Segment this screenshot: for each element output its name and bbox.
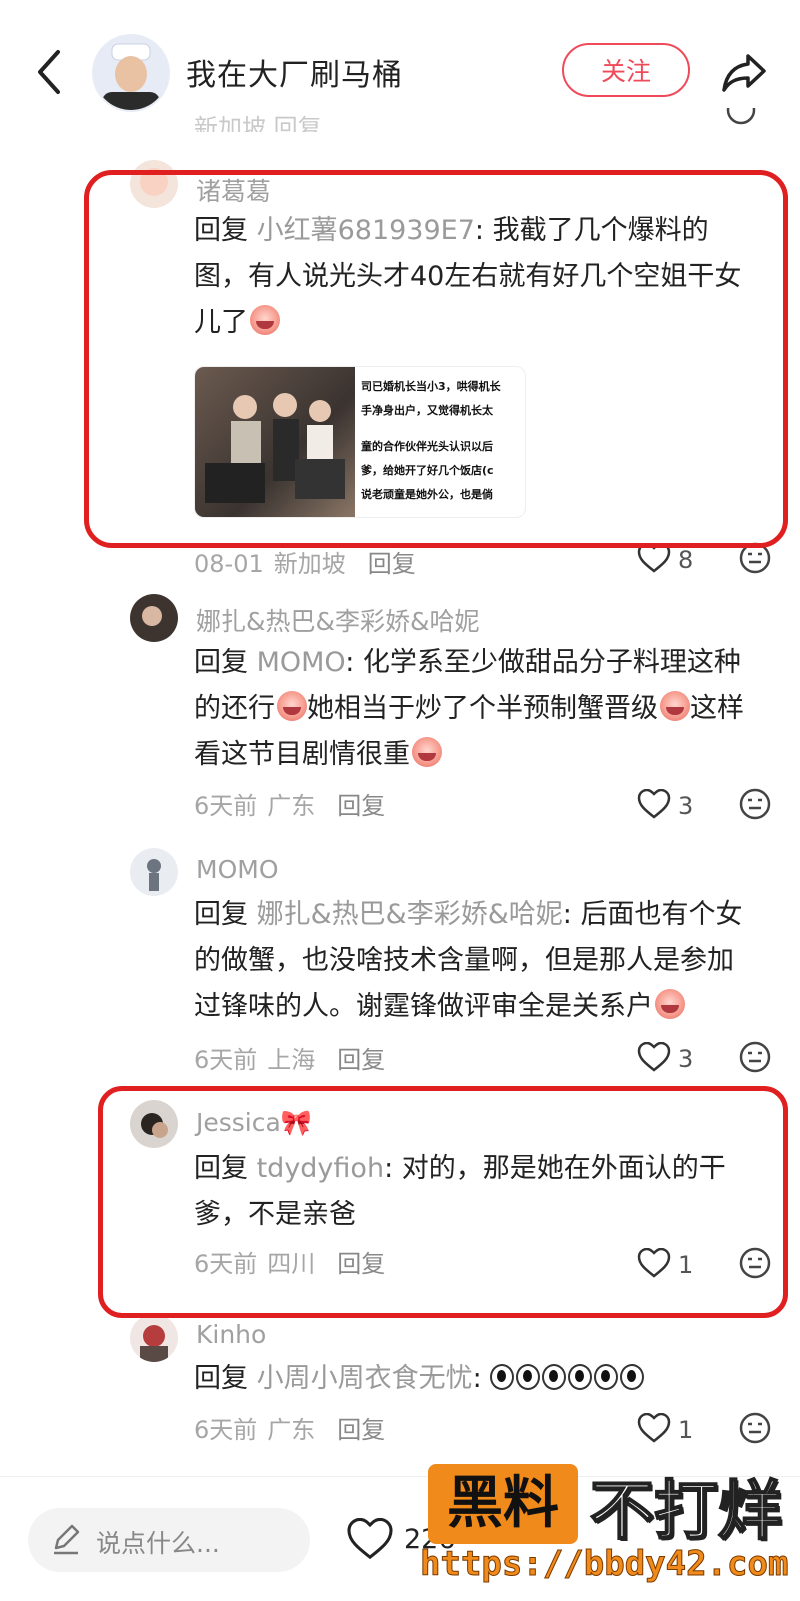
comment-date: 6天前 (194, 792, 258, 820)
like-count: 8 (678, 546, 694, 574)
comment-date: 6天前 (194, 1416, 258, 1444)
comment-avatar[interactable] (130, 848, 178, 896)
reply-button[interactable]: 回复 (337, 1046, 385, 1074)
reply-to-user[interactable]: MOMO (257, 647, 346, 678)
comment-content: 她相当于炒了个半预制蟹晋级 (307, 693, 658, 724)
reply-prefix: 回复 (194, 1363, 257, 1394)
like-count: 1 (678, 1416, 694, 1444)
back-arrow-icon[interactable] (28, 44, 72, 100)
comment-text: 回复 MOMO: 化学系至少做甜品分子料理这种的还行 她相当于炒了个半预制蟹晋级这… (194, 640, 754, 778)
watermark-text: 不打烊 (589, 1474, 783, 1550)
comment-location: 上海 (267, 1046, 316, 1074)
author-avatar[interactable] (92, 34, 170, 112)
comment-username[interactable]: MOMO (196, 855, 279, 884)
like-count: 3 (678, 1045, 694, 1073)
comment-date: 6天前 (194, 1046, 258, 1074)
crying-emoji-icon (277, 691, 307, 721)
reply-to-user[interactable]: 娜扎&热巴&李彩娇&哈妮 (257, 899, 563, 930)
reply-to-user[interactable]: 小周小周衣食无忧 (257, 1363, 473, 1394)
comment-meta: 6天前 广东 回复 (194, 1410, 395, 1445)
like-button[interactable] (637, 788, 671, 823)
heart-icon (637, 1041, 671, 1072)
comment-avatar[interactable] (130, 1314, 178, 1362)
like-total-button[interactable] (346, 1517, 394, 1564)
reply-prefix: 回复 (194, 899, 257, 930)
like-button[interactable] (637, 1412, 671, 1447)
emoji-reply-icon[interactable] (738, 1040, 772, 1078)
reply-button[interactable]: 回复 (337, 1416, 385, 1444)
reply-prefix: 回复 (194, 647, 257, 678)
highlight-annotation (84, 170, 788, 548)
crying-emoji-icon (660, 691, 690, 721)
watermark-url: https://bbdy42.com (419, 1544, 789, 1585)
eyes-emoji-icon (490, 1363, 646, 1394)
reply-button[interactable]: 回复 (337, 792, 385, 820)
heart-icon (637, 788, 671, 819)
comment-avatar[interactable] (130, 594, 178, 642)
author-name[interactable]: 我在大厂刷马桶 (186, 50, 403, 94)
comment-username[interactable]: 娜扎&热巴&李彩娇&哈妮 (196, 602, 480, 638)
comment-text: 回复 娜扎&热巴&李彩娇&哈妮: 后面也有个女的做蟹，也没啥技术含量啊，但是那人… (194, 892, 754, 1030)
follow-button[interactable]: 关注 (562, 43, 690, 97)
comment-content: : (472, 1363, 491, 1394)
highlight-annotation (98, 1086, 788, 1318)
pencil-icon (50, 1522, 82, 1560)
comment-username[interactable]: Kinho (196, 1320, 266, 1349)
comment-location: 广东 (267, 792, 316, 820)
previous-comment-meta: 新加坡 回复 (194, 114, 322, 132)
comment-meta: 6天前 上海 回复 (194, 1040, 395, 1075)
reply-button[interactable]: 回复 (368, 550, 416, 578)
comment-date: 08-01 (194, 550, 264, 578)
previous-emoji-reply-icon[interactable] (725, 108, 757, 132)
heart-icon (347, 1517, 393, 1560)
emoji-reply-icon[interactable] (738, 1411, 772, 1449)
comment-text: 回复 小周小周衣食无忧: (194, 1356, 754, 1402)
watermark-badge: 黑料 (428, 1464, 578, 1544)
top-nav-bar: 我在大厂刷马桶 关注 (0, 0, 800, 140)
emoji-reply-icon[interactable] (738, 787, 772, 825)
comment-location: 新加坡 (273, 550, 346, 578)
like-button[interactable] (637, 542, 671, 577)
comment-meta: 08-01 新加坡 回复 (194, 544, 426, 579)
crying-emoji-icon (655, 989, 685, 1019)
comment-meta: 6天前 广东 回复 (194, 786, 395, 821)
like-button[interactable] (637, 1041, 671, 1076)
like-count: 3 (678, 792, 694, 820)
comment-location: 广东 (267, 1416, 316, 1444)
share-icon[interactable] (718, 46, 770, 98)
crying-emoji-icon (412, 737, 442, 767)
comment-input-placeholder: 说点什么... (96, 1529, 220, 1558)
heart-icon (637, 1412, 671, 1443)
